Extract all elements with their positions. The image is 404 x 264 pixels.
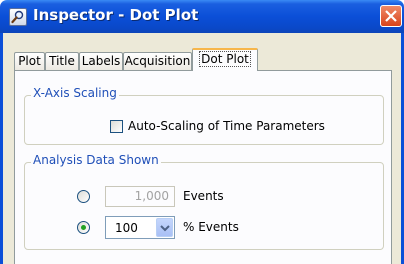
tab-dot-plot[interactable]: Dot Plot (192, 48, 258, 71)
chevron-down-icon (160, 225, 170, 232)
auto-scaling-checkbox[interactable] (110, 120, 123, 133)
magnifier-icon (9, 8, 27, 26)
percent-events-label: % Events (183, 220, 239, 234)
tab-plot-label: Plot (18, 54, 41, 68)
tab-title-label: Title (49, 54, 75, 68)
close-icon (385, 10, 397, 22)
close-button[interactable] (380, 5, 402, 27)
events-radio[interactable] (77, 190, 90, 203)
x-axis-scaling-legend: X-Axis Scaling (31, 86, 119, 100)
percent-events-value: 100 (115, 221, 138, 235)
radio-selected-dot (81, 225, 86, 230)
tab-acquisition[interactable]: Acquisition (123, 52, 192, 70)
tab-dot-plot-label: Dot Plot (199, 51, 251, 67)
window-titlebar[interactable]: Inspector - Dot Plot (0, 0, 404, 33)
tab-labels-label: Labels (81, 54, 121, 68)
window-title: Inspector - Dot Plot (33, 6, 199, 24)
percent-events-radio[interactable] (77, 221, 90, 234)
analysis-data-legend: Analysis Data Shown (31, 153, 161, 167)
combo-dropdown-button[interactable] (156, 218, 173, 237)
analysis-data-group (24, 162, 384, 250)
auto-scaling-label[interactable]: Auto-Scaling of Time Parameters (128, 119, 325, 133)
tab-labels[interactable]: Labels (79, 52, 123, 70)
events-count-input[interactable]: 1,000 (105, 186, 175, 207)
tab-title[interactable]: Title (45, 52, 79, 70)
tab-plot[interactable]: Plot (14, 52, 45, 70)
tab-acquisition-label: Acquisition (124, 54, 191, 68)
percent-events-combo[interactable]: 100 (105, 216, 175, 239)
events-label: Events (183, 189, 224, 203)
